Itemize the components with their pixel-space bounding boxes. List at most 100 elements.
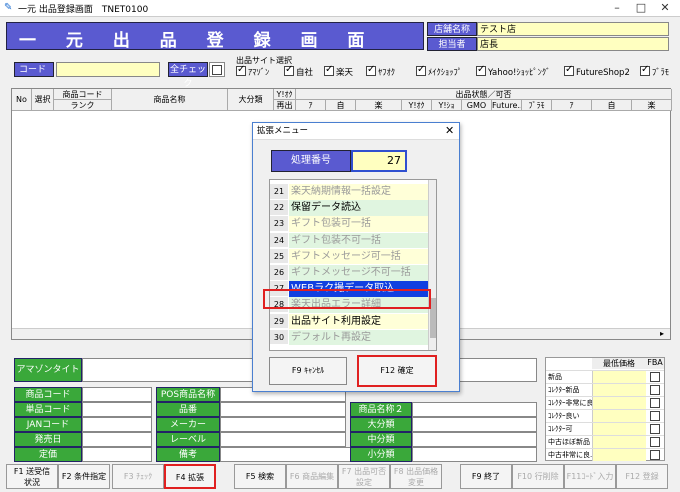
menu-item-23[interactable]: 23 ギフト包装可一括 [270,216,430,232]
jan-field[interactable] [82,417,152,432]
staff-value: 店長 [477,37,669,51]
single-code-label: 単品コード [14,402,82,417]
single-code-field[interactable] [82,402,152,417]
col-status: 楽 [356,100,402,111]
large-category-field[interactable] [412,417,537,432]
menu-scrollbar[interactable] [428,180,436,350]
price-field[interactable] [82,447,152,462]
mid-category-field[interactable] [412,432,537,447]
small-category-field[interactable] [412,447,537,462]
price-cell[interactable] [592,449,646,461]
fba-checkbox[interactable] [650,411,660,421]
f10-button[interactable]: F10 行削除 [512,464,564,489]
col-status: Future... [492,100,522,111]
price-row: ｺﾚｸﾀｰ新品 [546,383,664,396]
product-code-field[interactable] [82,387,152,402]
menu-item-label: ギフト包装可一括 [289,216,430,232]
f1-button[interactable]: F1 送受信 状況 [6,464,58,489]
menu-item-25[interactable]: 25 ギフトメッセージ可一括 [270,248,430,265]
menu-item-label: 楽天納期情報一括設定 [289,184,430,200]
price-cell[interactable] [592,410,646,422]
price-cell[interactable] [592,423,646,435]
name2-field[interactable] [412,402,537,417]
price-row-label: ｺﾚｸﾀｰ可 [548,425,573,433]
large-category-label: 大分類 [350,417,412,432]
close-button[interactable]: ✕ [654,0,676,17]
col-status: GMO [462,100,492,111]
all-check-label: 全チェック [168,62,208,89]
price-cell[interactable] [592,371,646,383]
menu-item-22[interactable]: 22 保留データ読込 [270,200,430,216]
proc-number-input[interactable]: 27 [351,150,407,172]
f8-button[interactable]: F8 出品価格 変更 [390,464,442,489]
f4-button[interactable]: F4 拡張 [164,464,216,489]
fba-checkbox[interactable] [650,398,660,408]
col-yauc: Y!ｵｸ [274,89,296,100]
confirm-button[interactable]: F12 確定 [357,355,437,387]
site-amazon-checkbox[interactable]: ｱﾏｿﾞﾝ [236,64,269,78]
site-futureshop-checkbox[interactable]: FutureShop2 [564,64,630,78]
menu-item-30[interactable]: 30 デフォルト再設定 [270,329,430,346]
label-field[interactable] [220,432,346,447]
menu-item-21[interactable]: 21 楽天納期情報一括設定 [270,184,430,200]
menu-list[interactable]: 21 楽天納期情報一括設定 22 保留データ読込 23 ギフト包装可一括 24 ギフト包装不可… [269,179,437,351]
price-cell[interactable] [592,384,646,396]
col-status: ｱ [552,100,592,111]
menu-item-label: ギフトメッセージ不可一括 [289,265,430,281]
page-title-bar: 一 元 出 品 登 録 画 面 [6,22,424,51]
name2-label: 商品名称２ [350,402,412,417]
col-rank: ランク [54,100,112,111]
menu-item-24[interactable]: 24 ギフト包装不可一括 [270,232,430,249]
page-title: 一 元 出 品 登 録 画 面 [19,31,377,51]
pos-name-label: POS商品名称 [156,387,220,402]
price-cell[interactable] [592,397,646,409]
title-bar: ✎ 一元 出品登録画面 TNET0100 – □ ✕ [0,0,680,17]
maker-field[interactable] [220,417,346,432]
fba-checkbox[interactable] [650,450,660,460]
site-yahoo-checkbox[interactable]: Yahoo!ｼｮｯﾋﾟﾝｸﾞ [476,64,550,78]
maximize-button[interactable]: □ [630,0,652,17]
price-row: ｺﾚｸﾀｰ可 [546,422,664,435]
f9-button[interactable]: F9 終了 [460,464,512,489]
price-row: 新品 [546,370,664,383]
small-category-label: 小分類 [350,447,412,462]
scroll-right-icon[interactable]: ▸ [660,329,664,338]
f3-button[interactable]: F3 ﾁｪｯｸ [112,464,164,489]
product-code-label: 商品コード [14,387,82,402]
f6-button[interactable]: F6 商品編集 [286,464,338,489]
site-rakuten-checkbox[interactable]: 楽天 [324,64,353,78]
scroll-thumb[interactable] [430,298,436,338]
f2-button[interactable]: F2 条件指定 [58,464,110,489]
site-buramo-checkbox[interactable]: ﾌﾞﾗﾓ [640,64,669,78]
site-yauc-checkbox[interactable]: ﾔﾌｵｸ [366,64,395,78]
menu-item-number: 26 [270,265,288,281]
f11-button[interactable]: F11ｺｰﾄﾞ入力 [564,464,616,489]
price-cell[interactable] [592,436,646,448]
menu-item-number: 24 [270,232,288,249]
f7-button[interactable]: F7 出品可否 設定 [338,464,390,489]
dialog-close-icon[interactable]: ✕ [445,124,454,137]
item-no-field[interactable] [220,402,346,417]
highlight-box [263,289,431,309]
fba-checkbox[interactable] [650,437,660,447]
f5-button[interactable]: F5 検索 [234,464,286,489]
mid-category-label: 中分類 [350,432,412,447]
code-input[interactable] [56,62,160,77]
col-code: 商品コード [54,89,112,100]
site-makeshop-checkbox[interactable]: ﾒｲｸｼｮｯﾌﾟ [416,64,462,78]
fba-checkbox[interactable] [650,424,660,434]
col-status: 自 [592,100,632,111]
all-check-box[interactable] [209,62,225,77]
f12-button[interactable]: F12 登録 [616,464,668,489]
site-own-checkbox[interactable]: 自社 [284,64,313,78]
staff-label: 担当者 [427,37,477,51]
price-table: 最低価格 FBA 新品 ｺﾚｸﾀｰ新品 ｺﾚｸﾀｰ非常に良い ｺﾚｸﾀｰ良い ｺﾚｸﾀｰ… [545,357,665,461]
fba-checkbox[interactable] [650,372,660,382]
fba-checkbox[interactable] [650,385,660,395]
menu-item-26[interactable]: 26 ギフトメッセージ不可一括 [270,265,430,281]
price-row: 中古ほぼ新品 [546,435,664,448]
menu-item-29[interactable]: 29 出品サイト利用設定 [270,313,430,330]
release-date-field[interactable] [82,432,152,447]
minimize-button[interactable]: – [606,0,628,17]
cancel-button[interactable]: F9 ｷｬﾝｾﾙ [269,357,347,385]
